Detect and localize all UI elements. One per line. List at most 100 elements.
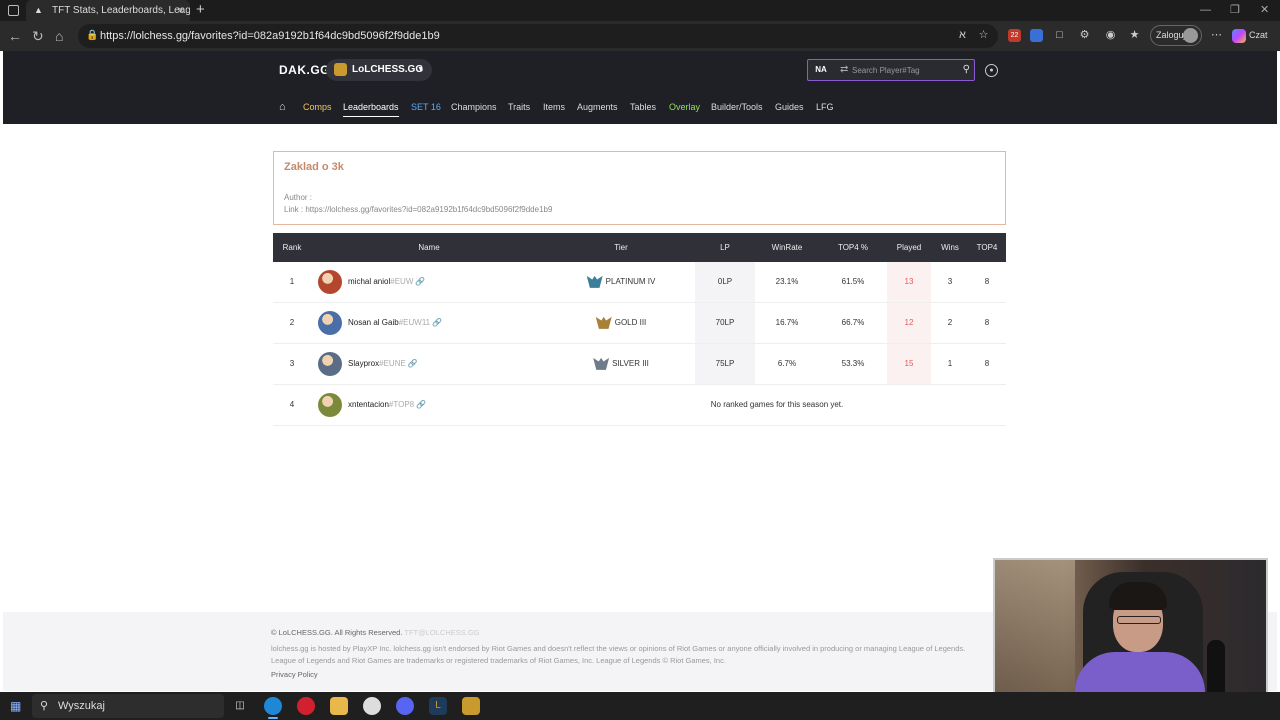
avatar[interactable] — [318, 352, 342, 376]
discord-icon[interactable] — [396, 697, 414, 715]
extension-shield-icon[interactable] — [1030, 29, 1043, 42]
split-screen-icon[interactable]: □ — [1053, 29, 1066, 42]
tier-emblem-icon — [586, 275, 603, 288]
link-icon[interactable]: 🔗 — [416, 400, 426, 409]
task-view-icon[interactable]: ◫ — [231, 697, 249, 715]
home-icon[interactable]: ⌂ — [55, 28, 63, 44]
browser-tab[interactable]: ▲ TFT Stats, Leaderboards, League of × — [26, 0, 190, 21]
avatar[interactable] — [318, 393, 342, 417]
taskbar-search[interactable]: ⚲ Wyszukaj — [32, 694, 224, 718]
tab-actions-icon[interactable] — [8, 5, 19, 16]
copilot-chat-button[interactable]: Czat — [1232, 25, 1268, 46]
avatar[interactable] — [318, 270, 342, 294]
nav-lfg[interactable]: LFG — [816, 91, 834, 124]
contact-email-link[interactable]: TFT@LOLCHESS.GG — [404, 628, 479, 637]
more-options-icon[interactable]: ⋯ — [1210, 29, 1223, 42]
link-icon[interactable]: 🔗 — [432, 318, 442, 327]
nav-overlay[interactable]: Overlay — [669, 91, 700, 124]
player-search-input[interactable] — [852, 62, 952, 78]
file-explorer-icon[interactable] — [330, 697, 348, 715]
window-close-icon[interactable]: ✕ — [1260, 0, 1269, 21]
windows-start-icon[interactable]: ▦ — [10, 700, 22, 712]
nav-home-icon[interactable]: ⌂ — [279, 91, 286, 124]
nav-traits[interactable]: Traits — [508, 91, 530, 124]
table-row[interactable]: 2 Nosan al Gaib#EUW11 🔗 GOLD III 70LP 16.… — [273, 303, 1006, 344]
lock-icon: 🔒 — [86, 30, 99, 41]
wins-value: 3 — [947, 277, 953, 286]
language-globe-icon[interactable]: ● — [985, 64, 998, 77]
extension-badge-icon[interactable]: 22 — [1008, 29, 1021, 42]
link-icon[interactable]: 🔗 — [415, 277, 425, 286]
read-aloud-icon[interactable]: א — [956, 29, 969, 42]
nav-builder-tools[interactable]: Builder/Tools — [711, 91, 763, 124]
table-row[interactable]: 1 michal aniol#EUW 🔗 PLATINUM IV 0LP 23.1… — [273, 262, 1006, 303]
webcam-person-glasses — [1117, 616, 1161, 624]
new-tab-icon[interactable]: + — [196, 0, 205, 20]
dakgg-logo[interactable]: DAK.GG — [279, 63, 330, 77]
top4-pct-value: 53.3% — [841, 359, 865, 368]
nav-guides[interactable]: Guides — [775, 91, 804, 124]
avatar[interactable] — [318, 311, 342, 335]
nav-champions[interactable]: Champions — [451, 91, 497, 124]
privacy-policy-link[interactable]: Privacy Policy — [271, 670, 318, 679]
rank-value: 1 — [289, 277, 295, 286]
site-favicon-icon: ▲ — [34, 5, 43, 15]
refresh-icon[interactable]: ↻ — [32, 28, 44, 44]
address-bar[interactable]: 🔒 https://lolchess.gg/favorites?id=082a9… — [78, 24, 998, 48]
table-row[interactable]: 3 Slayprox#EUNE 🔗 SILVER III 75LP 6.7% 53… — [273, 344, 1006, 385]
winrate-value: 23.1% — [775, 277, 799, 286]
minimize-icon[interactable]: — — [1200, 0, 1211, 21]
site-switcher-dropdown[interactable]: LoLCHESS.GG ▼ — [326, 59, 432, 81]
player-name[interactable]: Slayprox#EUNE 🔗 — [348, 344, 418, 384]
nav-augments[interactable]: Augments — [577, 91, 618, 124]
webcam-person-hair — [1109, 582, 1167, 610]
col-top4[interactable]: TOP4 — [977, 233, 998, 262]
performance-icon[interactable]: ◉ — [1104, 29, 1117, 42]
restore-icon[interactable]: ❐ — [1230, 0, 1240, 21]
league-client-icon[interactable]: L — [429, 697, 447, 715]
nav-items[interactable]: Items — [543, 91, 565, 124]
profile-login-button[interactable]: Zaloguj — [1150, 25, 1202, 46]
extensions-icon[interactable]: ⚙ — [1078, 29, 1091, 42]
col-wins[interactable]: Wins — [941, 233, 959, 262]
nav-comps[interactable]: Comps — [303, 91, 332, 124]
favorite-link[interactable]: Link : https://lolchess.gg/favorites?id=… — [284, 205, 552, 214]
player-tag: #EUW11 — [398, 318, 431, 327]
tier-badge: PLATINUM IV — [586, 262, 655, 302]
link-icon[interactable]: 🔗 — [408, 359, 418, 368]
col-winrate[interactable]: WinRate — [772, 233, 803, 262]
favorite-star-icon[interactable]: ☆ — [977, 29, 990, 42]
region-selector[interactable]: NA — [808, 60, 834, 80]
played-value: 12 — [904, 318, 914, 327]
table-header: Rank Name Tier LP WinRate TOP4 % Played … — [273, 233, 1006, 262]
chat-label: Czat — [1249, 30, 1268, 40]
chevron-down-icon: ▼ — [417, 66, 424, 73]
search-icon[interactable]: ⚲ — [963, 60, 970, 80]
nav-set16[interactable]: SET 16 — [411, 91, 441, 124]
player-name[interactable]: Nosan al Gaib#EUW11 🔗 — [348, 303, 442, 343]
nav-leaderboards[interactable]: Leaderboards — [343, 91, 399, 124]
col-name[interactable]: Name — [418, 233, 439, 262]
table-row[interactable]: 4 xntentacion#TOP8 🔗 No ranked games for … — [273, 385, 1006, 426]
player-name[interactable]: michal aniol#EUW 🔗 — [348, 262, 425, 302]
edge-browser-icon[interactable] — [264, 697, 282, 719]
col-top4-pct[interactable]: TOP4 % — [838, 233, 868, 262]
col-played[interactable]: Played — [897, 233, 921, 262]
swap-icon[interactable]: ⇄ — [840, 60, 848, 80]
riot-client-icon[interactable] — [462, 697, 480, 715]
tier-emblem-icon — [595, 316, 612, 329]
steam-icon[interactable] — [363, 697, 381, 715]
col-lp[interactable]: LP — [720, 233, 730, 262]
played-value: 15 — [904, 359, 914, 368]
tab-close-icon[interactable]: × — [177, 0, 184, 21]
main-nav: ⌂ Comps Leaderboards SET 16 Champions Tr… — [3, 91, 1277, 124]
back-icon[interactable]: ← — [8, 28, 22, 44]
nav-tables[interactable]: Tables — [630, 91, 656, 124]
opera-icon[interactable] — [297, 697, 315, 715]
webcam-overlay — [993, 558, 1268, 713]
collections-icon[interactable]: ★ — [1128, 29, 1141, 42]
col-tier[interactable]: Tier — [614, 233, 627, 262]
player-name[interactable]: xntentacion#TOP8 🔗 — [348, 385, 426, 425]
winrate-value: 16.7% — [775, 318, 799, 327]
col-rank[interactable]: Rank — [283, 233, 302, 262]
